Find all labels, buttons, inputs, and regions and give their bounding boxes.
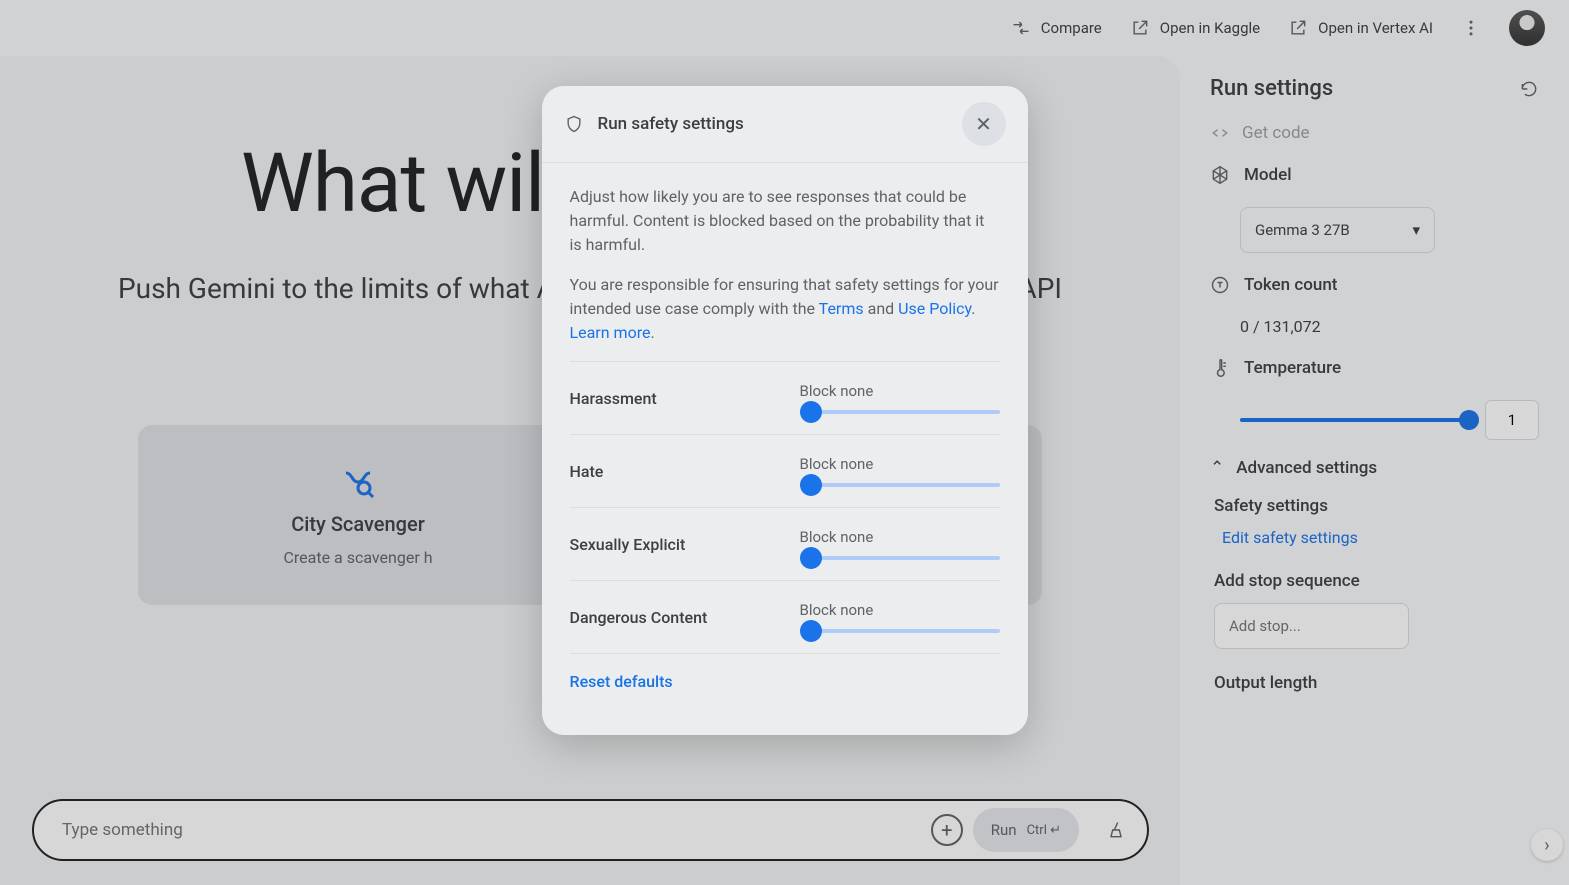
shield-icon (564, 114, 584, 134)
modal-title: Run safety settings (598, 114, 744, 134)
safety-row-hate: Hate Block none (570, 434, 1000, 507)
terms-link[interactable]: Terms (819, 299, 864, 318)
use-policy-link[interactable]: Use Policy (898, 299, 971, 318)
learn-more-link[interactable]: Learn more (570, 323, 651, 342)
reset-defaults-button[interactable]: Reset defaults (570, 653, 1000, 713)
safety-slider-harassment[interactable] (800, 410, 1000, 414)
safety-level: Block none (800, 382, 1000, 400)
safety-level: Block none (800, 601, 1000, 619)
modal-description-1: Adjust how likely you are to see respons… (570, 185, 1000, 257)
close-icon: ✕ (975, 112, 992, 136)
safety-category: Hate (570, 462, 604, 481)
safety-category: Harassment (570, 389, 657, 408)
modal-overlay[interactable]: Run safety settings ✕ Adjust how likely … (0, 0, 1569, 885)
safety-level: Block none (800, 455, 1000, 473)
safety-row-sexual: Sexually Explicit Block none (570, 507, 1000, 580)
safety-slider-hate[interactable] (800, 483, 1000, 487)
modal-description-2: You are responsible for ensuring that sa… (570, 273, 1000, 345)
safety-slider-dangerous[interactable] (800, 629, 1000, 633)
safety-row-dangerous: Dangerous Content Block none (570, 580, 1000, 653)
modal-header: Run safety settings ✕ (542, 86, 1028, 163)
safety-slider-sexual[interactable] (800, 556, 1000, 560)
safety-category: Dangerous Content (570, 608, 708, 627)
close-button[interactable]: ✕ (962, 102, 1006, 146)
safety-level: Block none (800, 528, 1000, 546)
safety-category: Sexually Explicit (570, 535, 686, 554)
safety-settings-modal: Run safety settings ✕ Adjust how likely … (542, 86, 1028, 735)
safety-row-harassment: Harassment Block none (570, 361, 1000, 434)
